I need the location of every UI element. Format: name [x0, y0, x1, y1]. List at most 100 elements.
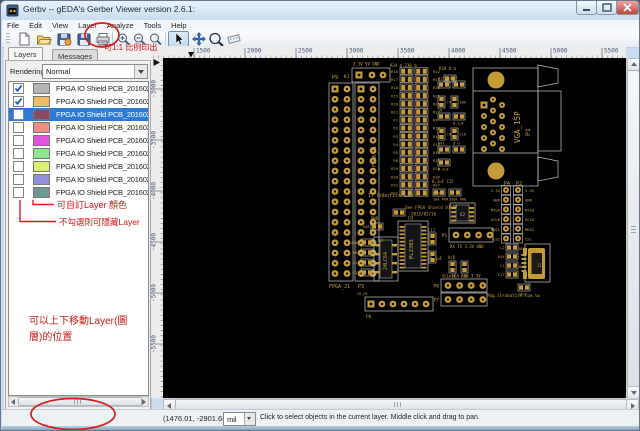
layer-visibility-checkbox[interactable]: [13, 187, 24, 198]
svg-text:3500: 3500: [400, 48, 415, 55]
layer-label: FPGA IO Shield PCB_20160225-: [56, 123, 148, 132]
layer-row[interactable]: FPGA IO Shield PCB_20160225-: [9, 160, 148, 173]
layer-row[interactable]: FPGA IO Shield PCB_20160225-: [9, 134, 148, 147]
new-button[interactable]: [16, 32, 32, 46]
layer-label: FPGA IO Shield PCB_20160225-: [56, 110, 148, 119]
svg-text:P4: P4: [504, 181, 510, 187]
close-button[interactable]: [616, 1, 639, 15]
layer-label: FPGA IO Shield PCB_20160225-: [56, 149, 148, 158]
layer-color-swatch[interactable]: [33, 109, 50, 120]
layer-visibility-checkbox[interactable]: [13, 83, 24, 94]
title-bar[interactable]: Gerbv -- gEDA's Gerber Viewer version 2.…: [1, 1, 639, 21]
svg-text:4000: 4000: [451, 48, 466, 55]
toolbar-grip[interactable]: [6, 33, 10, 45]
combo-dropdown-button[interactable]: [134, 65, 147, 78]
save-as-button[interactable]: [56, 32, 72, 46]
minimize-button[interactable]: [576, 1, 597, 15]
pan-icon: [192, 32, 206, 46]
layer-row[interactable]: FPGA IO Shield PCB_20160225-: [9, 147, 148, 160]
combo-dropdown-button[interactable]: [244, 413, 255, 425]
svg-text:VGA_15P: VGA_15P: [513, 111, 522, 143]
layer-label: FPGA IO Shield PCB_20160225-: [56, 97, 148, 106]
layer-row[interactable]: FPGA IO Shield PCB_20160225-: [9, 121, 148, 134]
layer-row[interactable]: FPGA IO Shield PCB_20160225-: [9, 82, 148, 95]
units-combobox[interactable]: mil: [223, 412, 256, 426]
layer-row[interactable]: FPGA IO Shield PCB_20160225-: [9, 173, 148, 186]
svg-text:P3: P3: [358, 284, 364, 290]
rendering-combobox[interactable]: Normal: [42, 64, 148, 79]
menu-tools[interactable]: Tools: [139, 21, 167, 30]
layer-color-swatch[interactable]: [33, 187, 50, 198]
menu-layer[interactable]: Layer: [73, 21, 102, 30]
layer-color-swatch[interactable]: [33, 161, 50, 172]
svg-text:0 Ω: 0 Ω: [453, 142, 460, 146]
save-as-icon: [57, 33, 72, 46]
maximize-button[interactable]: [596, 1, 617, 15]
layer-visibility-checkbox[interactable]: [13, 109, 24, 120]
save-icon: [77, 33, 91, 46]
zoom-tool-button[interactable]: [207, 32, 224, 47]
layer-visibility-checkbox[interactable]: [13, 161, 24, 172]
menu-file[interactable]: File: [2, 21, 24, 30]
scrollbar-thumb[interactable]: [18, 397, 142, 406]
layer-visibility-checkbox[interactable]: [13, 122, 24, 133]
panel-body: Rendering: Normal FPGA IO Shield PCB_201…: [5, 60, 151, 430]
save-button[interactable]: [76, 32, 92, 46]
layer-visibility-checkbox[interactable]: [13, 148, 24, 159]
menu-edit[interactable]: Edit: [24, 21, 47, 30]
layer-list[interactable]: FPGA IO Shield PCB_20160225- FPGA IO Shie…: [8, 81, 149, 396]
svg-text:10k: 10k: [460, 101, 467, 105]
pointer-tool-button[interactable]: [168, 31, 189, 47]
layer-list-hscrollbar[interactable]: [8, 396, 149, 407]
menu-view[interactable]: View: [47, 21, 73, 30]
tab-layers[interactable]: Layers: [8, 47, 43, 60]
svg-text:Mag.itrobotics.com.tw: Mag.itrobotics.com.tw: [487, 293, 540, 298]
svg-text:FPGA_J1: FPGA_J1: [372, 146, 378, 167]
svg-text:-5000: -5000: [151, 284, 158, 302]
pan-tool-button[interactable]: [191, 32, 207, 46]
menu-analyze[interactable]: Analyze: [102, 21, 139, 30]
layer-label: FPGA IO Shield PCB_20160225-: [56, 162, 148, 171]
canvas-vscrollbar[interactable]: [626, 58, 639, 399]
svg-text:BLM: BLM: [519, 265, 525, 269]
pointer-icon: [175, 32, 184, 45]
svg-text:P6: P6: [366, 314, 372, 320]
scroll-left-icon[interactable]: [11, 399, 15, 405]
layer-color-swatch[interactable]: [33, 135, 50, 146]
svg-text:R15 0Ω: R15 0Ω: [438, 77, 452, 81]
layer-color-swatch[interactable]: [33, 83, 50, 94]
svg-text:R21: R21: [391, 110, 399, 115]
layer-visibility-checkbox[interactable]: [13, 174, 24, 185]
svg-text:-3000: -3000: [151, 80, 158, 98]
svg-text:C17: C17: [498, 273, 505, 277]
svg-text:R9: R9: [433, 118, 438, 123]
layer-color-swatch[interactable]: [33, 174, 50, 185]
scrollbar-thumb[interactable]: [627, 70, 639, 387]
svg-text:R34 Ω 230 Ω: R34 Ω 230 Ω: [390, 63, 417, 68]
svg-text:MOSI: MOSI: [525, 227, 534, 232]
svg-text:2500: 2500: [298, 48, 313, 55]
svg-text:0.1uF C15: 0.1uF C15: [432, 179, 454, 184]
layer-color-swatch[interactable]: [33, 148, 50, 159]
pcb-rendering: R16 R22R17 R23R18 R24R19 R25R20 R26R21 R27R1 R9…: [328, 62, 562, 320]
svg-text:5500: 5500: [604, 48, 619, 55]
layer-row[interactable]: FPGA IO Shield PCB_20160225-: [9, 108, 148, 121]
menu-help[interactable]: Help: [166, 21, 191, 30]
svg-text:SCL SDA GND 3.3V: SCL SDA GND 3.3V: [442, 274, 481, 279]
layer-row[interactable]: FPGA IO Shield PCB_20160225-: [9, 95, 148, 108]
svg-text:10k PA4: 10k PA4: [433, 198, 448, 202]
layer-visibility-checkbox[interactable]: [13, 96, 24, 107]
svg-text:C10: C10: [460, 133, 467, 137]
svg-text:L1: L1: [500, 264, 504, 268]
layer-visibility-checkbox[interactable]: [13, 135, 24, 146]
annotation-print-note: 可1:1 比例印出: [104, 43, 158, 52]
svg-text:330k PA6: 330k PA6: [449, 198, 466, 202]
svg-text:SCLK: SCLK: [525, 217, 535, 222]
svg-text:R49: R49: [450, 204, 458, 209]
layer-color-swatch[interactable]: [33, 96, 50, 107]
scroll-right-icon[interactable]: [142, 399, 146, 405]
open-button[interactable]: [36, 32, 52, 46]
measure-tool-button[interactable]: [226, 32, 242, 46]
layer-color-swatch[interactable]: [33, 122, 50, 133]
gerber-canvas[interactable]: R16 R22 R17 R23 R18 R24 R19 R25 R20 R26 R21 R27 R1 R9…: [163, 58, 626, 398]
